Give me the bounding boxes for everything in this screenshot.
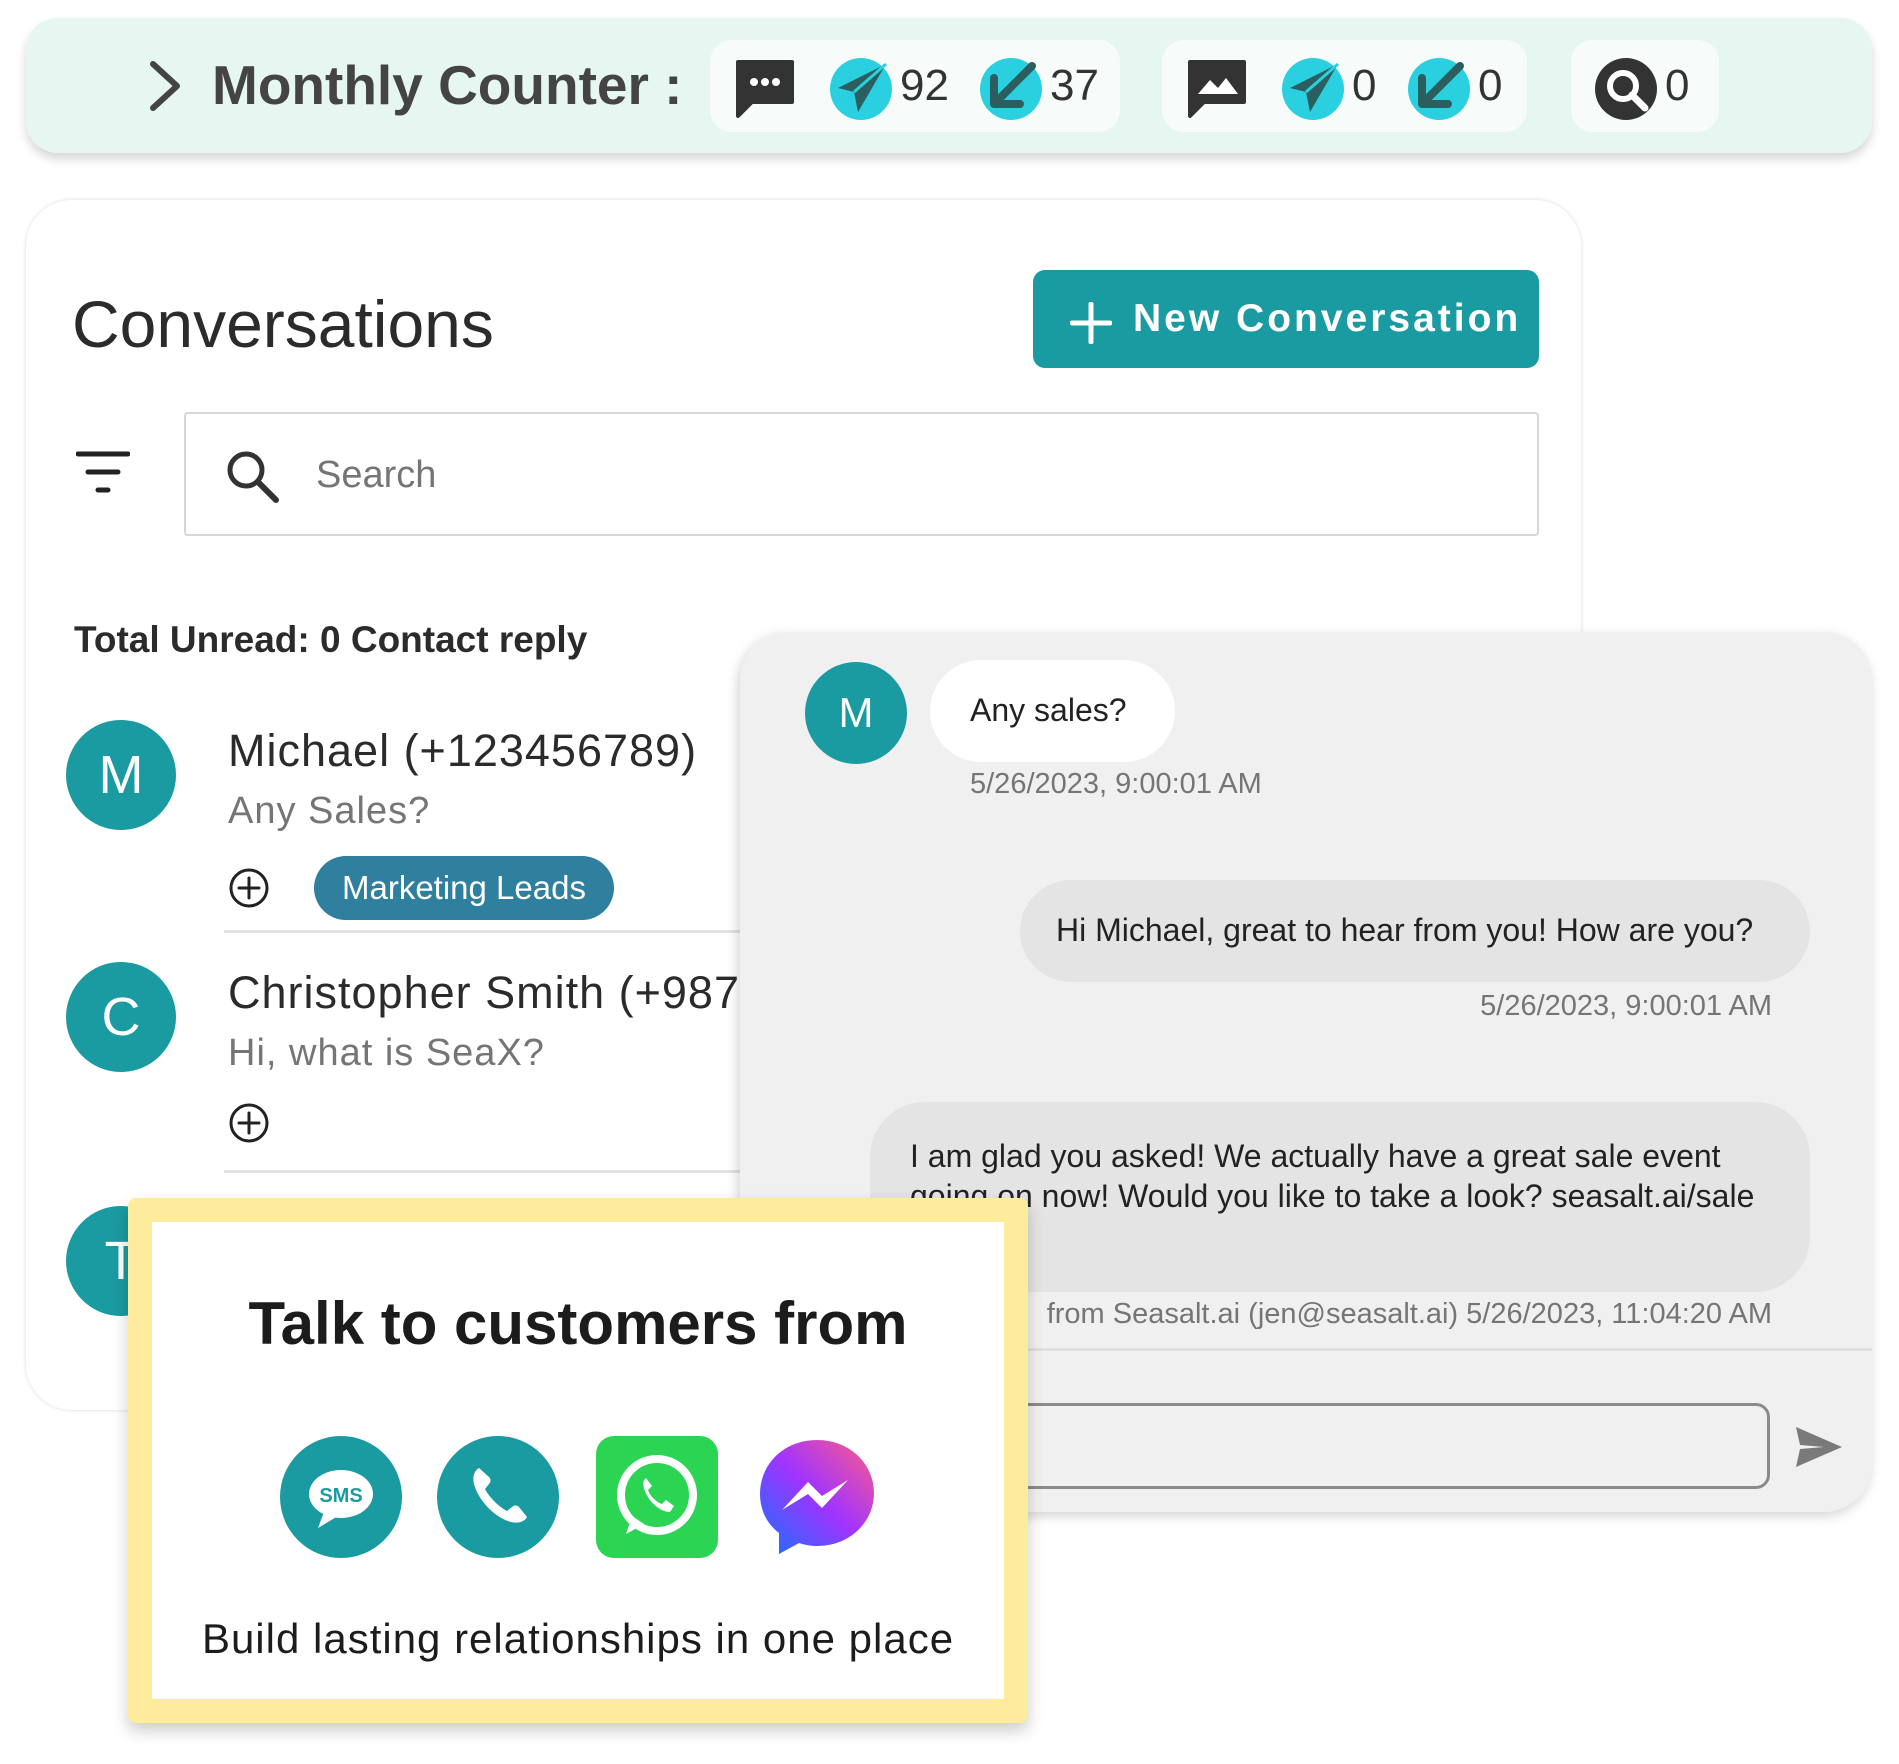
mms-counter-group: 0 0 — [1162, 40, 1527, 132]
received-arrow-icon — [980, 58, 1042, 120]
sms-sent-count: 92 — [900, 61, 949, 110]
plus-icon — [1070, 302, 1112, 344]
search-input[interactable] — [316, 448, 1496, 502]
contact-preview: Hi, what is SeaX? — [228, 1032, 545, 1074]
divider — [224, 1170, 774, 1173]
image-icon — [1188, 60, 1246, 118]
sent-plane-icon — [830, 58, 892, 120]
message-bubble-incoming: Any sales? — [930, 660, 1175, 762]
new-conversation-label: New Conversation — [1133, 297, 1522, 340]
whatsapp-icon — [596, 1436, 718, 1558]
message-timestamp: 5/26/2023, 9:00:01 AM — [1480, 990, 1772, 1022]
add-tag-icon[interactable] — [228, 1102, 270, 1144]
other-counter-group: 0 — [1571, 40, 1719, 132]
promo-subtitle: Build lasting relationships in one place — [201, 1615, 955, 1662]
page-title: Conversations — [72, 287, 494, 361]
received-arrow-icon — [1408, 58, 1470, 120]
promo-title: Talk to customers from — [248, 1290, 908, 1357]
monthly-counter-bar: Monthly Counter : 92 37 0 0 0 — [26, 18, 1872, 153]
tag-chip-marketing-leads[interactable]: Marketing Leads — [314, 856, 614, 920]
search-icon — [227, 451, 279, 503]
phone-icon — [437, 1436, 559, 1558]
contact-item-michael[interactable]: M Michael (+123456789) Any Sales? Market… — [66, 720, 766, 950]
contact-name: Michael (+123456789) — [228, 725, 698, 776]
message-bubble-outgoing: Hi Michael, great to hear from you! How … — [1020, 880, 1810, 982]
contact-item-christopher[interactable]: C Christopher Smith (+9876 Hi, what is S… — [66, 962, 766, 1192]
total-unread-label: Total Unread: 0 Contact reply — [74, 619, 588, 660]
sms-icon: SMS — [280, 1436, 402, 1558]
messenger-icon — [760, 1440, 874, 1554]
avatar: C — [66, 962, 176, 1072]
sent-plane-icon — [1282, 58, 1344, 120]
send-icon[interactable] — [1790, 1419, 1846, 1475]
chevron-right-icon[interactable] — [141, 56, 191, 116]
contact-name: Christopher Smith (+9876 — [228, 967, 767, 1018]
divider — [224, 930, 774, 933]
sms-counter-group: 92 37 — [710, 40, 1120, 132]
chat-bubble-icon — [736, 60, 794, 118]
counter-title: Monthly Counter : — [212, 54, 683, 116]
mms-received-count: 0 — [1478, 61, 1503, 110]
mms-sent-count: 0 — [1352, 61, 1377, 110]
contact-preview: Any Sales? — [228, 790, 431, 832]
message-timestamp: from Seasalt.ai (jen@seasalt.ai) 5/26/20… — [1046, 1298, 1772, 1330]
other-count: 0 — [1665, 61, 1690, 110]
avatar: M — [66, 720, 176, 830]
search-circle-icon — [1595, 58, 1657, 120]
promo-card: Talk to customers from SMS Build lasting… — [128, 1198, 1028, 1723]
sms-received-count: 37 — [1050, 61, 1099, 110]
add-tag-icon[interactable] — [228, 867, 270, 909]
avatar: M — [805, 662, 907, 764]
new-conversation-button[interactable]: New Conversation — [1033, 270, 1539, 368]
search-box — [184, 412, 1539, 536]
sms-icon-label: SMS — [319, 1485, 362, 1507]
message-timestamp: 5/26/2023, 9:00:01 AM — [970, 768, 1262, 800]
filter-icon[interactable] — [76, 450, 130, 494]
